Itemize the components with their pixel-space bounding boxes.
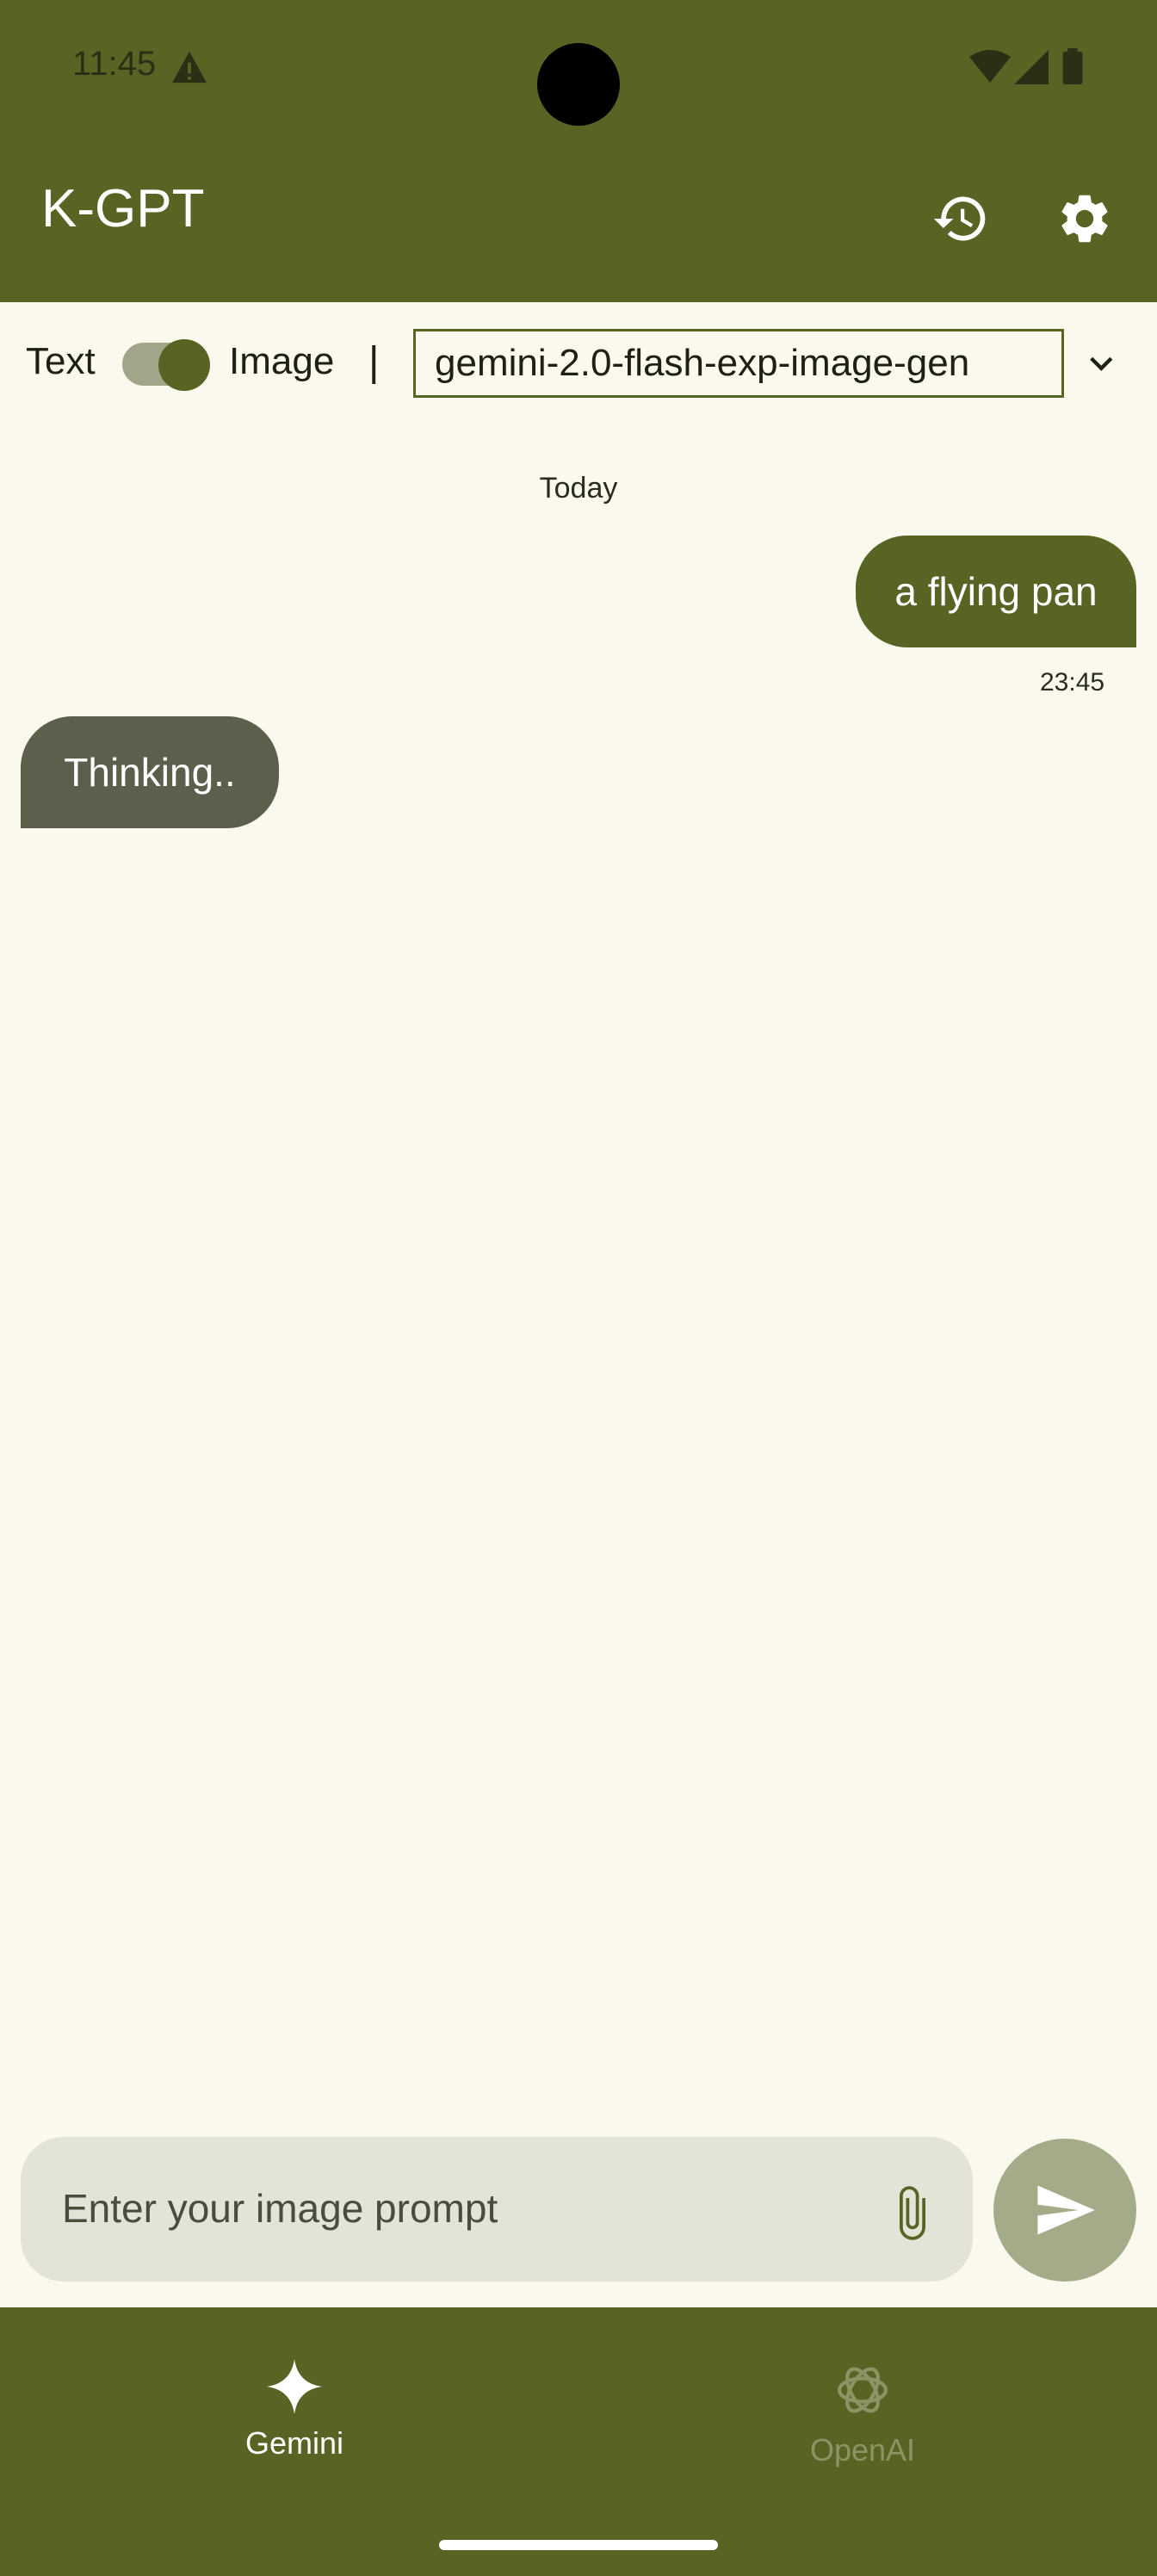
nav-label-openai: OpenAI	[809, 2432, 916, 2468]
mode-divider: |	[368, 339, 380, 385]
paperclip-icon[interactable]	[887, 2178, 938, 2244]
image-mode-label: Image	[229, 340, 335, 382]
date-separator: Today	[539, 472, 618, 505]
status-time: 11:45	[72, 45, 157, 83]
gear-icon	[1061, 195, 1108, 243]
nav-item-gemini[interactable]: Gemini	[165, 2359, 424, 2461]
settings-button[interactable]	[1047, 181, 1123, 257]
battery-icon	[1062, 48, 1083, 84]
user-message-bubble: a flying pan	[856, 536, 1136, 647]
text-mode-label: Text	[26, 340, 96, 382]
nav-item-openai[interactable]: OpenAI	[733, 2359, 992, 2468]
prompt-placeholder: Enter your image prompt	[62, 2186, 498, 2231]
message-timestamp: 23:45	[1040, 668, 1105, 697]
status-bar: 11:45	[0, 0, 1157, 138]
top-app-bar: 11:45 K-GPT	[0, 0, 1157, 302]
assistant-message-bubble: Thinking..	[21, 716, 279, 828]
send-button[interactable]	[993, 2139, 1136, 2282]
app-title: K-GPT	[41, 179, 205, 238]
history-icon	[933, 196, 986, 241]
warning-icon	[172, 51, 207, 84]
model-select-field[interactable]: gemini-2.0-flash-exp-image-gen	[413, 329, 1064, 398]
sparkle-icon	[267, 2359, 322, 2414]
prompt-input[interactable]: Enter your image prompt	[21, 2137, 973, 2282]
camera-cutout	[537, 43, 620, 126]
send-icon	[1037, 2185, 1095, 2235]
chevron-down-icon[interactable]	[1076, 343, 1124, 386]
wifi-icon	[969, 50, 1011, 83]
home-indicator	[439, 2540, 718, 2550]
toggle-thumb	[158, 339, 210, 391]
bottom-navigation: Gemini OpenAI	[0, 2307, 1157, 2576]
openai-icon	[837, 2367, 888, 2413]
history-button[interactable]	[923, 181, 999, 257]
signal-icon	[1014, 50, 1049, 84]
nav-label-gemini: Gemini	[244, 2425, 344, 2461]
